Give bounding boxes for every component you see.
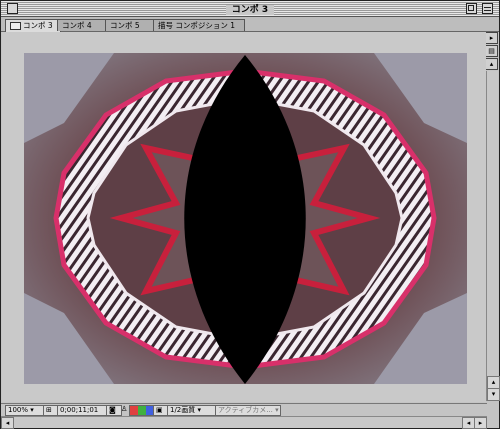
scroll-up-top-button[interactable]: ▴ <box>485 58 498 70</box>
tab-comp-3[interactable]: コンポ 3 <box>5 19 61 32</box>
tab-composition-1[interactable]: 描号 コンポジション 1 <box>153 19 245 31</box>
resolution-menu[interactable]: 1/2画質 ▾ <box>167 405 217 416</box>
horizontal-scrollbar[interactable]: ◂ ◂ ▸ <box>1 416 487 429</box>
title-bar[interactable]: コンポ 3 <box>1 1 499 17</box>
collapse-box[interactable] <box>482 3 493 14</box>
zoom-menu[interactable]: 100% ▾ <box>5 405 45 416</box>
scroll-left-arrow[interactable]: ◂ <box>1 417 14 429</box>
tab-strip: コンポ 3 コンポ 4 コンポ 5 描号 コンポジション 1 <box>1 17 499 32</box>
kaleidoscope-image <box>24 53 467 384</box>
vertical-scrollbar[interactable]: ▴ ▾ <box>486 71 500 401</box>
panel-menu-button[interactable]: ▸ <box>485 32 498 44</box>
comp-frame[interactable] <box>24 53 467 384</box>
scroll-right-arrow[interactable]: ▸ <box>474 417 487 429</box>
tab-comp-4[interactable]: コンポ 4 <box>57 19 109 31</box>
tab-comp-5[interactable]: コンポ 5 <box>105 19 157 31</box>
comp-window: コンポ 3 コンポ 3 コンポ 4 コンポ 5 描号 コンポジション 1 ▸ ▤… <box>0 0 500 429</box>
window-title: コンポ 3 <box>1 2 499 15</box>
viewer-bottom-bar: 100% ▾ ⊞ 0;00;11;01 ◙ ♙ ▣ 1/2画質 ▾ アクティブカ… <box>1 403 487 416</box>
timecode-display[interactable]: 0;00;11;01 <box>57 405 109 416</box>
channel-color-button[interactable] <box>129 405 155 416</box>
comp-viewer[interactable] <box>2 32 486 402</box>
comp-flowchart-button[interactable]: ▤ <box>485 45 498 57</box>
scroll-down-arrow[interactable]: ▾ <box>487 388 500 401</box>
zoom-box[interactable] <box>466 3 477 14</box>
comp-icon <box>10 22 21 30</box>
camera-menu[interactable]: アクティブカメ... ▾ <box>215 405 281 416</box>
